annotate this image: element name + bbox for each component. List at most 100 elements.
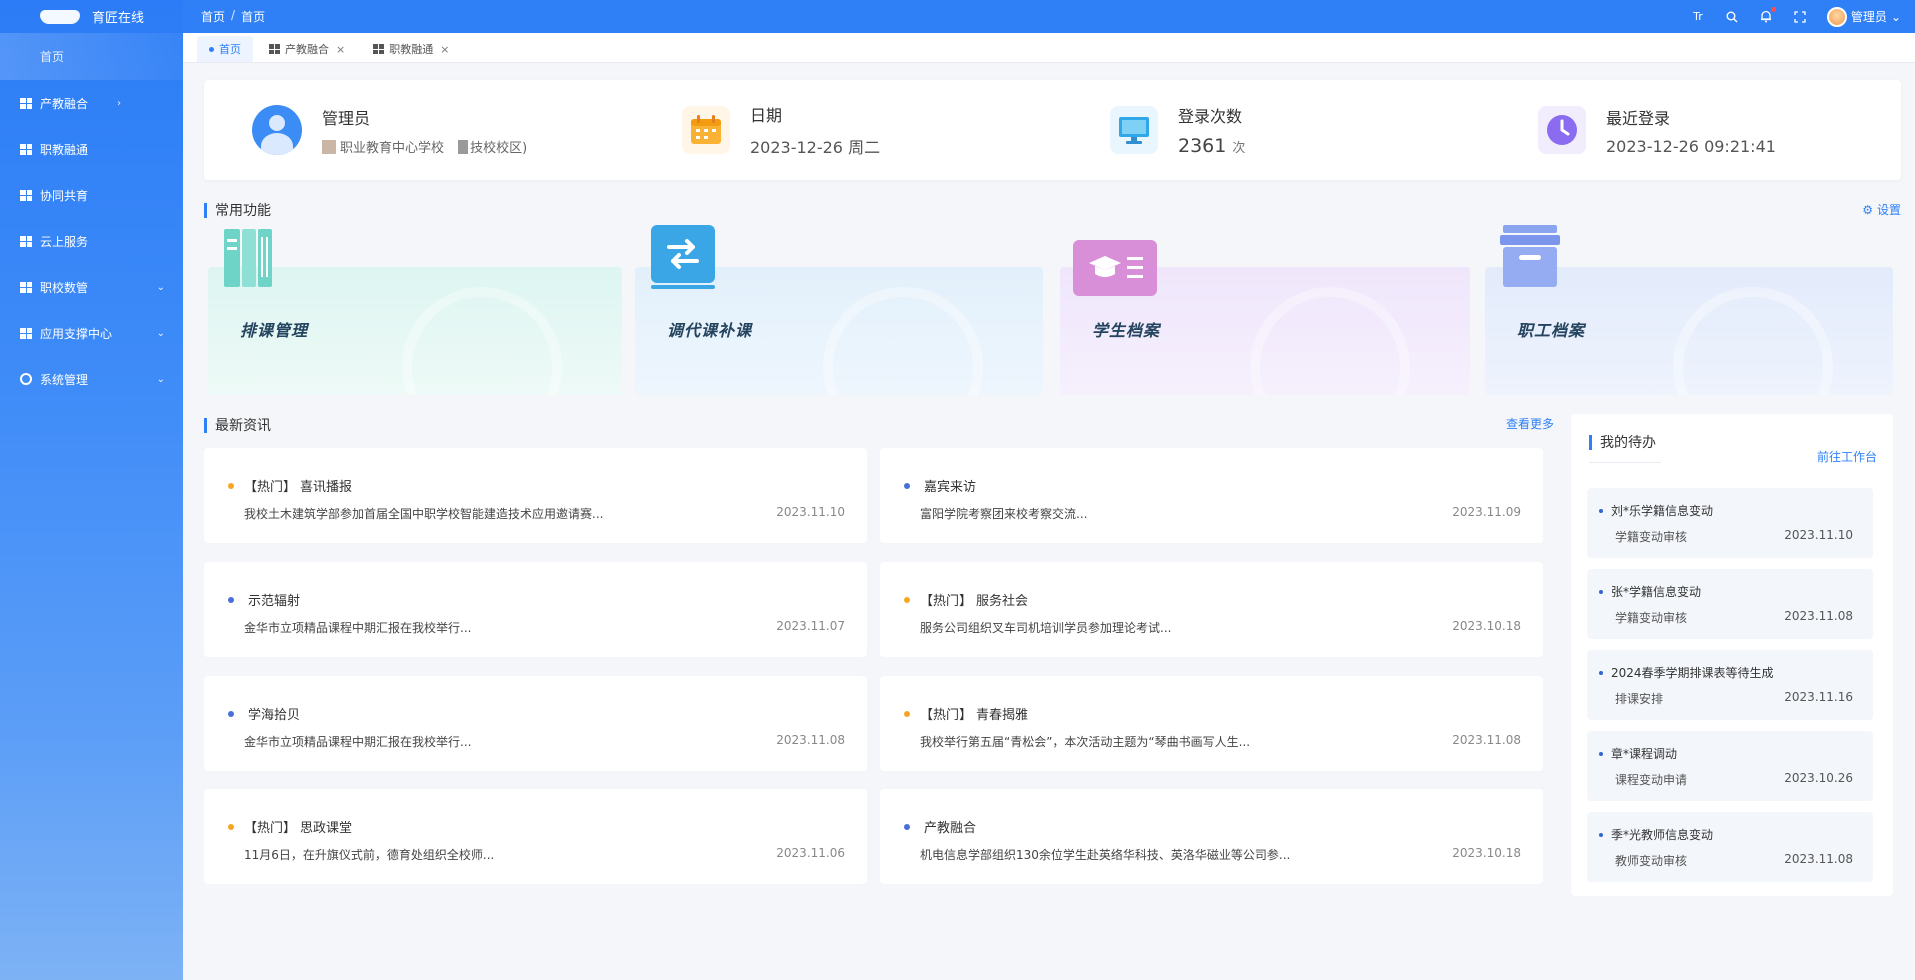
- feature-card-student-records[interactable]: 学生档案: [1060, 240, 1470, 395]
- todo-item-title: 2024春季学期排课表等待生成: [1599, 664, 1774, 681]
- news-heading-text: 思政课堂: [300, 821, 353, 836]
- news-card[interactable]: 【热门】 喜讯播报 我校土木建筑学部参加首届全国中职学校智能建造技术应用邀请赛...…: [204, 448, 867, 543]
- top-bar: 首页 / 首页 Tr 管理员 ⌄: [183, 0, 1915, 33]
- todo-title: 我的待办: [1589, 432, 1661, 463]
- tab-label: 职教融通: [389, 43, 434, 56]
- settings-link[interactable]: ⚙ 设置: [1862, 201, 1901, 218]
- last-login-label: 最近登录: [1606, 108, 1671, 128]
- sidebar-item-system-admin[interactable]: 系统管理 ⌄: [0, 356, 183, 402]
- profile-user: 管理员 职业教育中心学校 技校校区): [252, 80, 527, 180]
- user-school: 职业教育中心学校 技校校区): [322, 137, 527, 156]
- news-more-link[interactable]: 查看更多: [1506, 415, 1554, 432]
- sidebar-item-school-data[interactable]: 职校数管 ⌄: [0, 264, 183, 310]
- bell-icon[interactable]: [1759, 6, 1776, 24]
- news-tag: 【热门】: [244, 821, 297, 836]
- avatar: [1826, 6, 1847, 27]
- news-date: 2023.11.07: [776, 619, 845, 633]
- close-icon[interactable]: ×: [336, 43, 345, 56]
- news-desc: 我校举行第五届“青松会”，本次活动主题为“琴曲书画写人生...: [920, 735, 1251, 749]
- sidebar-item-vocational-link[interactable]: 职教融通: [0, 126, 183, 172]
- todo-item[interactable]: 张*学籍信息变动 学籍变动审核 2023.11.08: [1587, 569, 1873, 639]
- feature-label: 排课管理: [240, 321, 309, 340]
- news-card[interactable]: 嘉宾来访 富阳学院考察团来校考察交流... 2023.11.09: [880, 448, 1543, 543]
- news-heading-text: 服务社会: [976, 594, 1029, 609]
- news-title-row: 嘉宾来访: [904, 476, 976, 495]
- sidebar-item-label: 职教融通: [40, 142, 89, 157]
- news-card[interactable]: 【热门】 服务社会 服务公司组织叉车司机培训学员参加理论考试... 2023.10.1…: [880, 562, 1543, 657]
- tab-home[interactable]: 首页: [197, 36, 253, 62]
- news-card[interactable]: 【热门】 青春揭雅我校举行第五届“青松会”，本次活动主题为“琴曲书画写人生... 2…: [880, 676, 1543, 771]
- feature-card-substitute[interactable]: 调代课补课: [635, 225, 1043, 395]
- monitor-icon: [1110, 106, 1158, 154]
- news-tag: 【热门】: [920, 594, 973, 609]
- sidebar-item-app-support[interactable]: 应用支撑中心 ⌄: [0, 310, 183, 356]
- swap-icon: [651, 225, 715, 283]
- news-desc: 金华市立项精品课程中期汇报在我校举行...: [244, 621, 472, 635]
- news-title-row: 【热门】 思政课堂: [228, 817, 352, 836]
- close-icon[interactable]: ×: [440, 43, 449, 56]
- user-avatar: [252, 105, 302, 155]
- search-icon[interactable]: [1725, 10, 1739, 24]
- sidebar: 育匠在线 首页 产教融合 › 职教融通 协同共育 云上服务 职校数管 ⌄ 应用支…: [0, 0, 183, 980]
- news-title-row: 【热门】 喜讯播报: [228, 476, 352, 495]
- archive-box-icon: [1497, 223, 1563, 289]
- todo-item[interactable]: 2024春季学期排课表等待生成排课安排 2023.11.16: [1587, 650, 1873, 720]
- user-name: 管理员: [322, 108, 371, 128]
- grid-icon: [20, 97, 32, 109]
- login-label: 登录次数: [1178, 107, 1243, 126]
- news-date: 2023.11.10: [776, 505, 845, 519]
- user-menu[interactable]: 管理员 ⌄: [1826, 6, 1901, 27]
- todo-item-type: 排课安排: [1615, 692, 1664, 706]
- todo-item-date: 2023.11.08: [1784, 609, 1853, 623]
- news-card[interactable]: 【热门】 思政课堂 11月6日，在升旗仪式前，德育处组织全校师... 2023.11.…: [204, 789, 867, 884]
- font-size-icon[interactable]: Tr: [1691, 10, 1705, 24]
- feature-card-staff-records[interactable]: 职工档案: [1485, 225, 1893, 395]
- bullet-dot-icon: [904, 823, 910, 830]
- todo-item[interactable]: 季*光教师信息变动教师变动审核 2023.11.08: [1587, 812, 1873, 882]
- news-card[interactable]: 示范辐射 金华市立项精品课程中期汇报在我校举行... 2023.11.07: [204, 562, 867, 657]
- bullet-dot-icon: [904, 596, 910, 603]
- news-tag: 【热门】: [244, 480, 297, 495]
- tab-industry-education[interactable]: 产教融合 ×: [257, 36, 358, 62]
- sidebar-item-label: 应用支撑中心: [40, 326, 113, 341]
- features-title: 常用功能: [204, 200, 271, 220]
- news-heading: 【热门】 青春揭雅: [920, 704, 1028, 723]
- news-card[interactable]: 产教融合 机电信息学部组织130余位学生赴英络华科技、英洛华磁业等公司参... 20…: [880, 789, 1543, 884]
- logo-text: 育匠在线: [92, 11, 145, 26]
- news-heading-text: 喜讯播报: [300, 480, 353, 495]
- sidebar-item-label: 产教融合: [40, 96, 89, 111]
- todo-item-date: 2023.11.16: [1784, 690, 1853, 704]
- sidebar-item-industry-education[interactable]: 产教融合 ›: [0, 80, 183, 126]
- news-card[interactable]: 学海拾贝 金华市立项精品课程中期汇报在我校举行... 2023.11.08: [204, 676, 867, 771]
- todo-item-type: 教师变动审核: [1615, 854, 1688, 868]
- bullet-dot-icon: [904, 482, 910, 489]
- tab-vocational-link[interactable]: 职教融通 ×: [361, 36, 462, 62]
- goto-workbench-link[interactable]: 前往工作台: [1817, 448, 1877, 465]
- news-date: 2023.11.08: [1452, 733, 1521, 747]
- campus-name: 技校校区): [470, 140, 528, 156]
- news-heading-text: 青春揭雅: [976, 708, 1029, 723]
- feature-label: 调代课补课: [667, 321, 753, 340]
- school-name: 职业教育中心学校: [340, 140, 445, 156]
- sidebar-item-cloud-service[interactable]: 云上服务: [0, 218, 183, 264]
- news-desc: 11月6日，在升旗仪式前，德育处组织全校师...: [244, 848, 495, 862]
- tab-label: 首页: [219, 43, 241, 56]
- fullscreen-icon[interactable]: [1793, 10, 1807, 24]
- todo-item-title: 刘*乐学籍信息变动: [1599, 502, 1713, 519]
- todo-item[interactable]: 刘*乐学籍信息变动 学籍变动审核 2023.11.10: [1587, 488, 1873, 558]
- sidebar-item-label: 协同共育: [40, 188, 89, 203]
- redacted-block: [458, 139, 469, 154]
- sidebar-item-label: 云上服务: [40, 234, 89, 249]
- todo-item-title: 季*光教师信息变动: [1599, 826, 1713, 843]
- app-logo[interactable]: 育匠在线: [0, 0, 183, 33]
- breadcrumb-item[interactable]: 首页: [201, 8, 225, 25]
- bullet-dot-icon: [904, 710, 910, 717]
- feature-card-scheduling[interactable]: 排课管理: [208, 229, 622, 395]
- grid-icon: [269, 44, 280, 54]
- calendar-icon: [682, 106, 730, 154]
- todo-item-date: 2023.11.08: [1784, 852, 1853, 866]
- todo-item[interactable]: 章*课程调动 课程变动申请 2023.10.26: [1587, 731, 1873, 801]
- sidebar-item-co-education[interactable]: 协同共育: [0, 172, 183, 218]
- sidebar-item-home[interactable]: 首页: [0, 33, 183, 80]
- notification-badge: [1770, 6, 1776, 12]
